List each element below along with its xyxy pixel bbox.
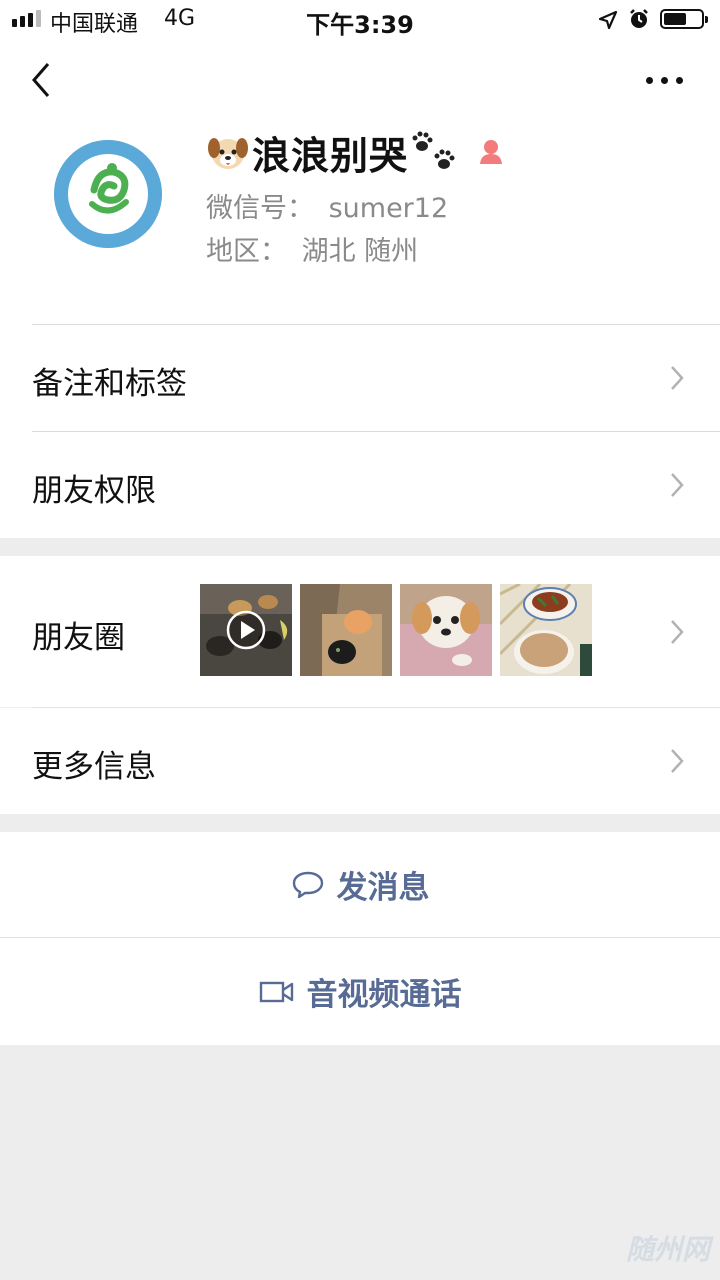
- moments-thumbnail-puppy[interactable]: [400, 584, 492, 676]
- chevron-right-icon: [671, 473, 684, 497]
- watermark: 随州网: [625, 1233, 710, 1266]
- battery-icon: [660, 9, 708, 29]
- moments-thumbnail-food[interactable]: [500, 584, 592, 676]
- profile-name: 浪浪别哭: [252, 133, 409, 178]
- chevron-right-icon: [671, 366, 684, 390]
- video-call-label: 音视频通话: [306, 977, 462, 1013]
- remarks-tags-label: 备注和标签: [32, 366, 187, 402]
- more-info-row[interactable]: 更多信息: [0, 708, 720, 814]
- friend-permissions-label: 朋友权限: [32, 473, 156, 509]
- video-camera-icon: [259, 981, 293, 1002]
- region: 地区： 湖北 随州: [206, 229, 418, 268]
- location-arrow-icon: [598, 10, 618, 30]
- profile-header-section: 中国联通 4G 下午3:39 浪浪别哭 微信号： sumer12 地区： 湖北 …: [0, 0, 720, 538]
- wechat-id-label: 微信号：: [206, 193, 314, 224]
- dog-face-icon: [208, 138, 248, 169]
- avatar[interactable]: [54, 140, 162, 248]
- chevron-right-icon: [671, 620, 684, 644]
- video-call-button[interactable]: 音视频通话: [0, 938, 720, 1045]
- wechat-id-value: sumer12: [328, 193, 449, 224]
- send-message-label: 发消息: [336, 870, 430, 906]
- moments-label: 朋友圈: [32, 620, 125, 656]
- back-arrow-icon[interactable]: [28, 60, 58, 100]
- region-value: 湖北 随州: [301, 236, 419, 267]
- wechat-id: 微信号： sumer12: [206, 186, 448, 225]
- send-message-button[interactable]: 发消息: [0, 832, 720, 937]
- female-gender-icon: [480, 140, 503, 164]
- chat-bubble-icon: [292, 871, 323, 898]
- more-options-icon[interactable]: [646, 72, 690, 88]
- battery-level: [664, 13, 686, 25]
- friend-permissions-row[interactable]: 朋友权限: [0, 432, 720, 538]
- status-bar: 中国联通 4G 下午3:39: [0, 0, 720, 40]
- chevron-right-icon: [671, 749, 684, 773]
- moments-thumbnail-kittens[interactable]: [300, 584, 392, 676]
- alarm-clock-icon: [630, 9, 648, 28]
- remarks-tags-row[interactable]: 备注和标签: [0, 325, 720, 431]
- profile-name-row: 浪浪别哭: [206, 124, 506, 180]
- more-info-label: 更多信息: [32, 749, 156, 785]
- moments-thumbnail-video[interactable]: [200, 584, 292, 676]
- paw-prints-icon: [412, 131, 455, 169]
- region-label: 地区：: [206, 236, 287, 267]
